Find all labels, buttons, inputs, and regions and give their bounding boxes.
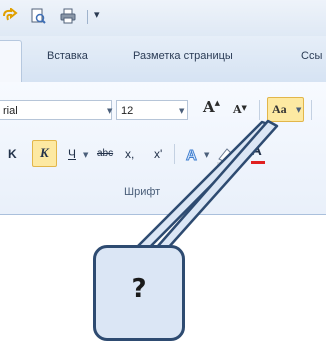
tab-home[interactable] <box>0 40 22 83</box>
font-color-button[interactable]: A <box>251 142 262 159</box>
font-size-combo[interactable]: 12 <box>116 100 188 120</box>
bold-button[interactable]: K <box>8 142 17 166</box>
font-size-dropdown-icon[interactable]: ▼ <box>179 107 184 115</box>
change-case-label: Aa <box>272 102 287 116</box>
grow-font-button[interactable]: A▲ <box>203 98 220 116</box>
quick-access-toolbar: ▾ <box>0 0 326 36</box>
callout-bubble: ? <box>93 245 185 341</box>
highlight-dropdown-icon[interactable]: ▼ <box>239 151 244 159</box>
font-group: rial ▼ 12 ▼ A▲ A▼ Aa ▼ K K Ч ▼ abc x, x'… <box>0 82 326 215</box>
callout-question-mark: ? <box>131 274 147 304</box>
font-color-swatch <box>251 161 265 164</box>
strikethrough-button[interactable]: abc <box>97 142 113 166</box>
shrink-font-arrow-icon: ▼ <box>241 103 247 112</box>
svg-text:A: A <box>186 147 197 163</box>
ribbon-separator <box>259 100 260 120</box>
subscript-button[interactable]: x, <box>125 142 134 166</box>
font-name-combo[interactable]: rial <box>0 100 112 120</box>
underline-dropdown-icon[interactable]: ▼ <box>83 151 88 159</box>
change-case-dropdown-icon: ▼ <box>296 106 302 114</box>
font-name-dropdown-icon[interactable]: ▼ <box>107 107 112 115</box>
text-effects-icon[interactable]: A <box>184 145 202 164</box>
grow-font-arrow-icon: ▲ <box>214 98 221 107</box>
undo-icon[interactable] <box>2 8 18 24</box>
customize-toolbar-arrow[interactable]: ▾ <box>94 8 100 21</box>
font-format-row: K K Ч ▼ abc x, x' A ▼ ▼ A <box>0 140 326 170</box>
font-name-value: rial <box>3 105 18 117</box>
grow-font-label: A <box>203 98 215 116</box>
ribbon-separator <box>311 100 312 120</box>
change-case-button[interactable]: Aa ▼ <box>267 97 304 122</box>
print-icon[interactable] <box>60 8 76 24</box>
text-effects-dropdown-icon[interactable]: ▼ <box>204 151 209 159</box>
font-size-value: 12 <box>121 105 134 117</box>
toolbar-separator <box>87 10 88 24</box>
tab-page-layout[interactable]: Разметка страницы <box>133 50 233 62</box>
shrink-font-button[interactable]: A▼ <box>233 103 247 116</box>
underline-button[interactable]: Ч <box>68 142 76 166</box>
shrink-font-label: A <box>233 103 242 116</box>
font-group-label: Шрифт <box>124 186 161 198</box>
highlight-icon[interactable] <box>215 145 235 165</box>
italic-button[interactable]: K <box>32 140 57 167</box>
ribbon-tabs: Вставка Разметка страницы Ссы <box>0 36 326 83</box>
superscript-button[interactable]: x' <box>154 142 162 166</box>
print-preview-icon[interactable] <box>30 8 46 24</box>
tab-references[interactable]: Ссы <box>301 50 322 62</box>
tab-insert[interactable]: Вставка <box>47 50 88 62</box>
ribbon-separator <box>174 144 175 164</box>
italic-label: K <box>40 145 49 160</box>
